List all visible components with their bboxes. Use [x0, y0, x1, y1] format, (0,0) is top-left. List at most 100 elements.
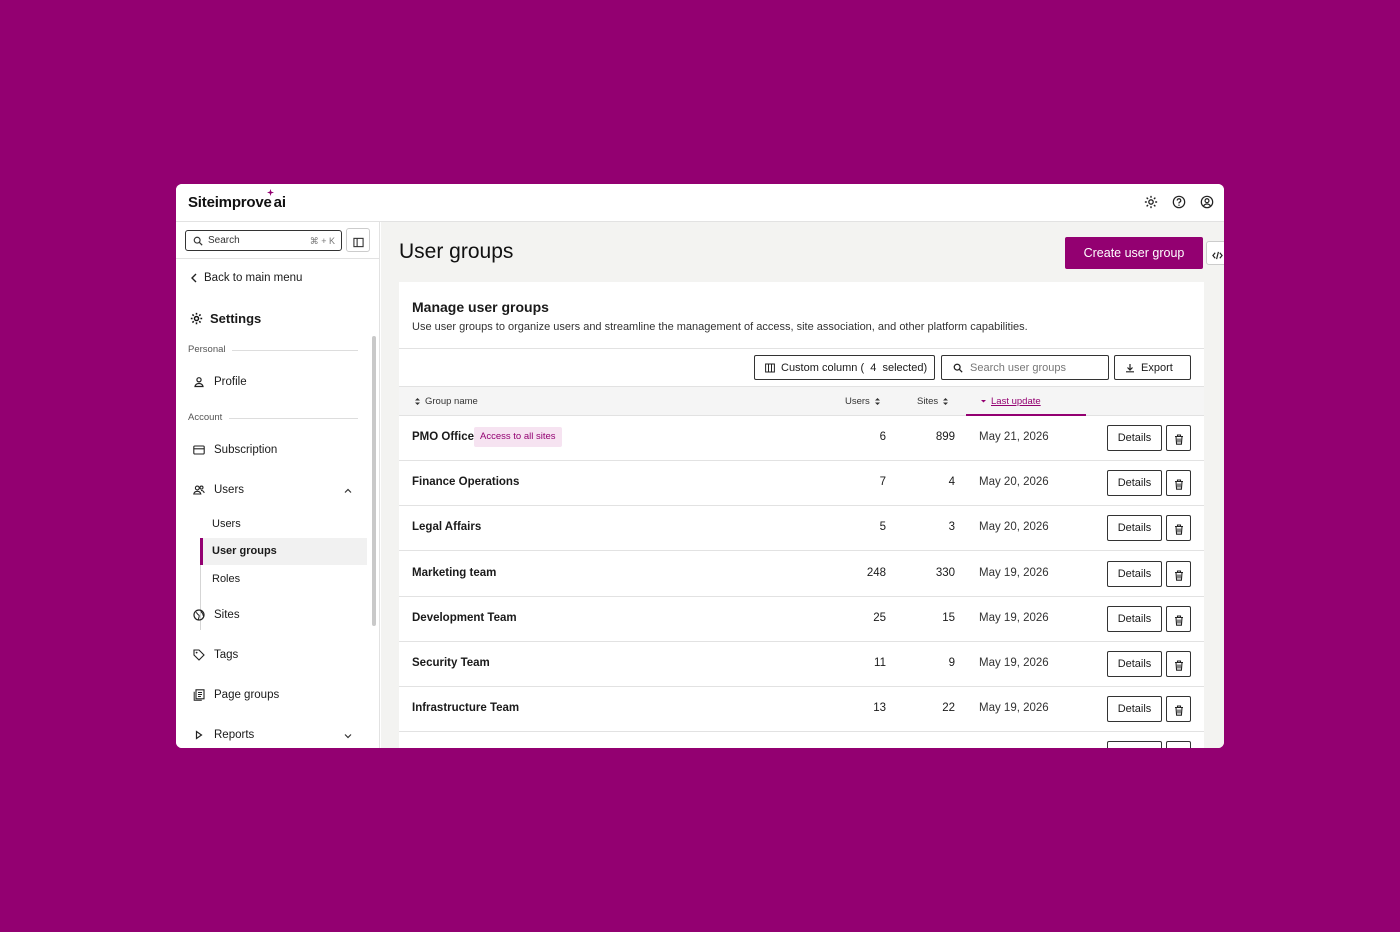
tag-icon [193, 649, 205, 661]
globe-icon [193, 609, 205, 621]
details-button[interactable] [1107, 741, 1162, 748]
logo-text: Siteimprove [188, 194, 272, 211]
sort-icon [874, 397, 881, 406]
table-row: Development Team 25 15 May 19, 2026 Details [399, 597, 1204, 642]
sidebar-toggle-icon [353, 235, 364, 248]
chevron-up-icon[interactable] [344, 487, 352, 495]
create-user-group-button[interactable]: Create user group [1065, 237, 1203, 269]
table-row: Infrastructure Team 13 22 May 19, 2026 Detai… [399, 687, 1204, 733]
gear-icon[interactable] [1144, 195, 1158, 209]
column-label: Group name [425, 396, 478, 407]
last-update-date: May 20, 2026 [979, 521, 1049, 534]
custom-column-label: Custom column ( 4 selected) [781, 361, 928, 374]
delete-button[interactable] [1166, 605, 1191, 632]
chevron-down-icon[interactable] [344, 732, 352, 740]
search-icon [953, 363, 963, 373]
delete-button[interactable] [1166, 741, 1191, 748]
person-icon [193, 376, 205, 388]
group-name[interactable]: Marketing team [412, 567, 496, 579]
column-header-users[interactable]: Users [845, 396, 881, 407]
export-button[interactable]: Export [1114, 355, 1191, 380]
divider [176, 258, 379, 259]
users-count: 25 [873, 611, 886, 624]
collapse-sidebar-button[interactable] [346, 228, 370, 252]
sort-icon [414, 397, 421, 406]
last-update-date: May 19, 2026 [979, 566, 1049, 579]
column-label: Users [845, 396, 870, 407]
users-count: 13 [873, 702, 886, 715]
settings-heading: Settings [190, 311, 261, 326]
trash-icon [1174, 704, 1184, 716]
column-header-sites[interactable]: Sites [917, 396, 949, 407]
details-button[interactable]: Details [1107, 651, 1162, 677]
download-icon [1125, 363, 1135, 373]
group-name[interactable]: Finance Operations [412, 476, 519, 488]
sidebar-subitem-user-groups[interactable]: User groups [200, 538, 367, 565]
table-header: Group name Users Sites Last update [399, 386, 1204, 416]
section-divider [232, 350, 358, 351]
page-title: User groups [399, 240, 514, 263]
sort-descending-icon [980, 397, 987, 406]
back-to-main-menu-link[interactable]: Back to main menu [190, 272, 302, 284]
sites-count: 330 [935, 566, 955, 579]
sidebar-subitem-roles[interactable]: Roles [200, 566, 367, 593]
delete-button[interactable] [1166, 696, 1191, 723]
details-button[interactable]: Details [1107, 605, 1162, 632]
dev-tools-button[interactable] [1206, 241, 1224, 265]
users-count: 5 [879, 521, 886, 534]
delete-button[interactable] [1166, 425, 1191, 451]
user-circle-icon[interactable] [1200, 195, 1214, 209]
sidebar-scrollbar[interactable] [372, 336, 376, 626]
delete-button[interactable] [1166, 470, 1191, 497]
column-header-group-name[interactable]: Group name [414, 396, 478, 407]
card-title: Manage user groups [412, 299, 549, 315]
trash-icon [1174, 478, 1184, 490]
sidebar-item-label: Profile [214, 376, 247, 388]
custom-column-button[interactable]: Custom column ( 4 selected) [754, 355, 935, 380]
group-name[interactable]: PMO Office [412, 431, 474, 443]
sidebar-item-label: Subscription [214, 444, 278, 456]
group-name[interactable]: Development Team [412, 612, 517, 624]
sites-count: 9 [948, 657, 955, 669]
trash-icon [1174, 433, 1184, 445]
sidebar-item-profile[interactable]: Profile [193, 376, 247, 388]
delete-button[interactable] [1166, 560, 1191, 587]
details-button[interactable]: Details [1107, 696, 1162, 723]
group-name[interactable]: Legal Affairs [412, 521, 481, 533]
sidebar-item-sites[interactable]: Sites [193, 609, 240, 621]
credit-card-icon [193, 444, 205, 456]
trash-icon [1174, 614, 1184, 626]
section-label-personal: Personal [188, 344, 226, 355]
delete-button[interactable] [1166, 515, 1191, 542]
details-button[interactable]: Details [1107, 515, 1162, 542]
sites-count: 3 [948, 521, 955, 534]
sites-count: 22 [942, 702, 955, 715]
sidebar-item-label: Users [214, 484, 245, 496]
group-name[interactable]: Security Team [412, 657, 490, 669]
sidebar-item-tags[interactable]: Tags [193, 649, 238, 661]
table-row: PMO Office Access to all sites 6 899 May 21,… [399, 416, 1204, 461]
sidebar-search-input[interactable]: Search ⌘ + K [185, 230, 342, 251]
sidebar-item-page-groups[interactable]: Page groups [193, 689, 279, 701]
details-button[interactable]: Details [1107, 560, 1162, 587]
gear-icon [190, 312, 203, 325]
users-count: 248 [866, 566, 886, 579]
search-placeholder: Search user groups [970, 362, 1066, 374]
group-name[interactable]: Infrastructure Team [412, 702, 519, 714]
users-count: 11 [874, 657, 886, 669]
column-header-last-update[interactable]: Last update [980, 396, 1041, 407]
sidebar-item-reports[interactable]: Reports [193, 729, 254, 741]
logo[interactable]: Siteimprove ai [188, 189, 286, 211]
sidebar-item-subscription[interactable]: Subscription [193, 444, 277, 456]
card-description: Use user groups to organize users and st… [412, 321, 1028, 333]
details-button[interactable]: Details [1107, 425, 1162, 451]
details-button[interactable]: Details [1107, 470, 1162, 497]
sidebar: Search ⌘ + K Back to main menu Settings … [176, 222, 380, 748]
users-count: 6 [879, 431, 886, 443]
sidebar-item-users[interactable]: Users [193, 484, 244, 496]
sidebar-subitem-users[interactable]: Users [200, 511, 367, 538]
help-icon[interactable] [1172, 195, 1186, 209]
delete-button[interactable] [1166, 651, 1191, 677]
trash-icon [1174, 523, 1184, 536]
search-user-groups-input[interactable]: Search user groups [941, 355, 1109, 380]
